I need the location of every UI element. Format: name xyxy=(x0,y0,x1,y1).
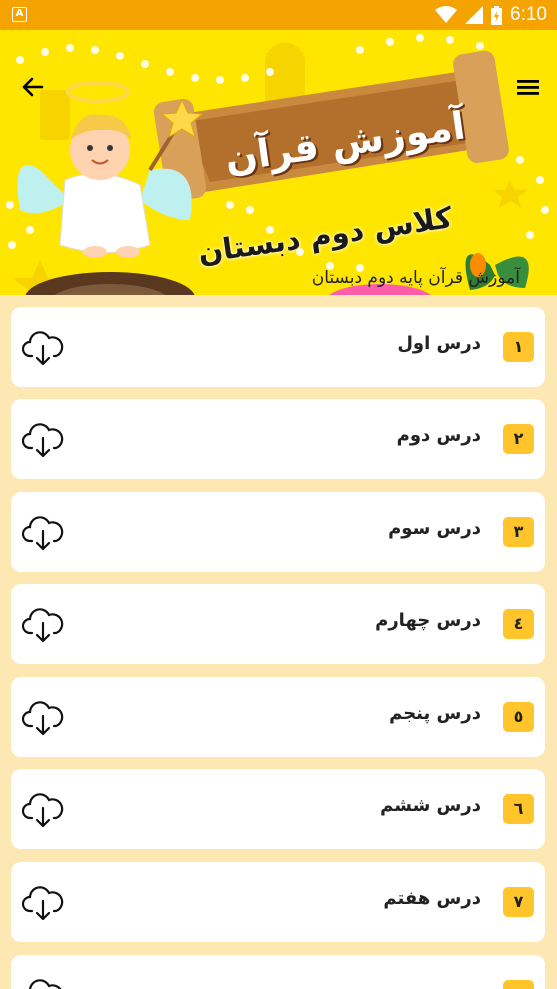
cloud-download-icon[interactable] xyxy=(22,788,64,830)
lesson-item-7[interactable]: درس هفتم ٧ xyxy=(11,862,545,942)
hamburger-menu-icon[interactable] xyxy=(515,76,541,98)
wifi-icon xyxy=(435,6,458,23)
lesson-number-badge: ٥ xyxy=(503,702,534,732)
header-banner: آموزش قرآن کلاس دوم دبستان آموزش قرآن پا… xyxy=(0,30,557,295)
clock: 6:10 xyxy=(510,4,547,25)
lesson-number-badge: ٤ xyxy=(503,609,534,639)
cloud-download-icon[interactable] xyxy=(22,511,64,553)
lesson-item-4[interactable]: درس چهارم ٤ xyxy=(11,584,545,664)
lesson-item-1[interactable]: درس اول ١ xyxy=(11,307,545,387)
cloud-download-icon[interactable] xyxy=(22,603,64,645)
banner-caption: آموزش قرآن پایه دوم دبستان xyxy=(311,268,520,288)
arrow-left-icon[interactable] xyxy=(18,72,48,102)
system-icons: 6:10 xyxy=(435,4,547,26)
lesson-title: درس پنجم xyxy=(389,703,481,724)
cloud-download-icon[interactable] xyxy=(22,418,64,460)
lesson-item-6[interactable]: درس ششم ٦ xyxy=(11,769,545,849)
cloud-download-icon[interactable] xyxy=(22,974,64,989)
notification-icon: A xyxy=(12,7,27,22)
lesson-item-2[interactable]: درس دوم ٢ xyxy=(11,399,545,479)
cloud-download-icon[interactable] xyxy=(22,326,64,368)
lesson-title: درس دوم xyxy=(396,425,481,446)
signal-icon xyxy=(465,6,484,24)
lesson-number-badge: ١ xyxy=(503,332,534,362)
status-bar: A 6:10 xyxy=(0,0,557,30)
lesson-item-5[interactable]: درس پنجم ٥ xyxy=(11,677,545,757)
lesson-title: درس اول xyxy=(397,333,481,354)
battery-icon xyxy=(491,5,503,25)
lesson-number-badge: ٦ xyxy=(503,794,534,824)
cloud-download-icon[interactable] xyxy=(22,696,64,738)
lesson-item-8[interactable] xyxy=(11,955,545,989)
cloud-download-icon[interactable] xyxy=(22,881,64,923)
lesson-title: درس ششم xyxy=(380,795,481,816)
lesson-title: درس سوم xyxy=(388,518,481,539)
lesson-item-3[interactable]: درس سوم ٣ xyxy=(11,492,545,572)
lesson-number-badge: ٢ xyxy=(503,424,534,454)
lesson-number-badge xyxy=(503,980,534,989)
lesson-number-badge: ٣ xyxy=(503,517,534,547)
lesson-title: درس هفتم xyxy=(383,888,481,909)
lesson-number-badge: ٧ xyxy=(503,887,534,917)
lesson-title: درس چهارم xyxy=(375,610,481,631)
